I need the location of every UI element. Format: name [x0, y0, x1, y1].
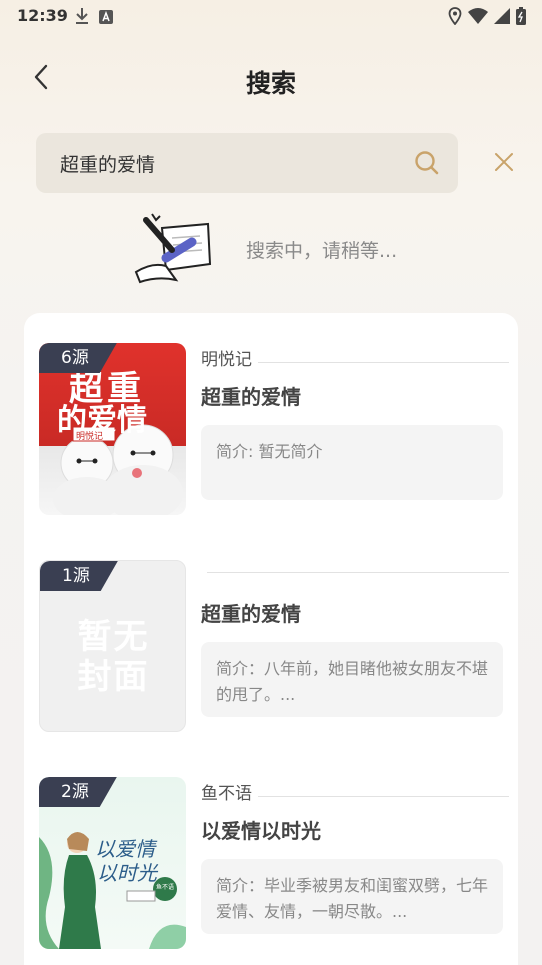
location-icon: [448, 7, 462, 29]
status-time: 12:39: [17, 6, 68, 25]
cover-author-text: 鱼不语: [156, 884, 175, 891]
book-intro: 简介：毕业季被男友和闺蜜双劈，七年爱情、友情，一朝尽散。...: [216, 876, 489, 921]
download-icon: [74, 7, 90, 29]
results-list: 6源 超重 的爱情 明悦记 明悦记 超重的爱情 简介: 暂无简介 1源 暂无 封…: [24, 313, 518, 965]
cover-title-text: 以时光: [97, 861, 157, 885]
book-author: 鱼不语: [201, 784, 252, 804]
author-line: 鱼不语: [201, 779, 509, 804]
searching-status-text: 搜索中，请稍等...: [246, 240, 398, 262]
nav-bar: 搜索: [0, 52, 542, 108]
book-cover: 2源 以爱情 以时光 鱼不语: [39, 777, 186, 949]
cover-author-text: 明悦记: [76, 432, 104, 442]
wifi-icon: [468, 8, 488, 28]
author-line: 明悦记: [201, 345, 509, 370]
book-title: 超重的爱情: [201, 602, 301, 626]
page-title: 搜索: [245, 69, 296, 98]
search-input[interactable]: [60, 133, 400, 193]
clear-search-button[interactable]: [490, 150, 518, 178]
source-count-badge: 1源: [40, 561, 118, 591]
list-item[interactable]: 6源 超重 的爱情 明悦记 明悦记 超重的爱情 简介: 暂无简介: [39, 313, 509, 515]
search-box: [36, 133, 458, 193]
book-intro-box: 简介：毕业季被男友和闺蜜双劈，七年爱情、友情，一朝尽散。...: [201, 859, 503, 934]
author-line: [201, 562, 509, 573]
status-bar: 12:39: [0, 0, 542, 32]
book-intro: 简介：八年前，她目睹他被女朋友不堪的甩了。...: [216, 659, 489, 704]
cover-placeholder-text: 封面: [77, 657, 150, 697]
a-letter-icon: [99, 9, 113, 28]
book-cover: 1源 暂无 封面: [39, 560, 186, 732]
list-item[interactable]: 2源 以爱情 以时光 鱼不语 鱼不语 以爱情以时光 简介：毕业季被男友和闺蜜双劈…: [39, 747, 509, 949]
divider: [207, 572, 509, 573]
search-icon[interactable]: [414, 150, 440, 180]
close-icon: [494, 152, 514, 176]
signal-icon: [494, 8, 510, 28]
battery-icon: [516, 7, 526, 29]
book-intro: 简介: 暂无简介: [216, 442, 323, 461]
book-title: 以爱情以时光: [201, 819, 321, 843]
divider: [258, 796, 509, 797]
divider: [258, 362, 509, 363]
book-intro-box: 简介: 暂无简介: [201, 425, 503, 500]
searching-illustration: [132, 212, 214, 284]
book-cover: 6源 超重 的爱情 明悦记: [39, 343, 186, 515]
book-author: 明悦记: [201, 350, 252, 370]
book-title: 超重的爱情: [201, 385, 301, 409]
book-intro-box: 简介：八年前，她目睹他被女朋友不堪的甩了。...: [201, 642, 503, 717]
list-item[interactable]: 1源 暂无 封面 超重的爱情 简介：八年前，她目睹他被女朋友不堪的甩了。...: [39, 530, 509, 732]
